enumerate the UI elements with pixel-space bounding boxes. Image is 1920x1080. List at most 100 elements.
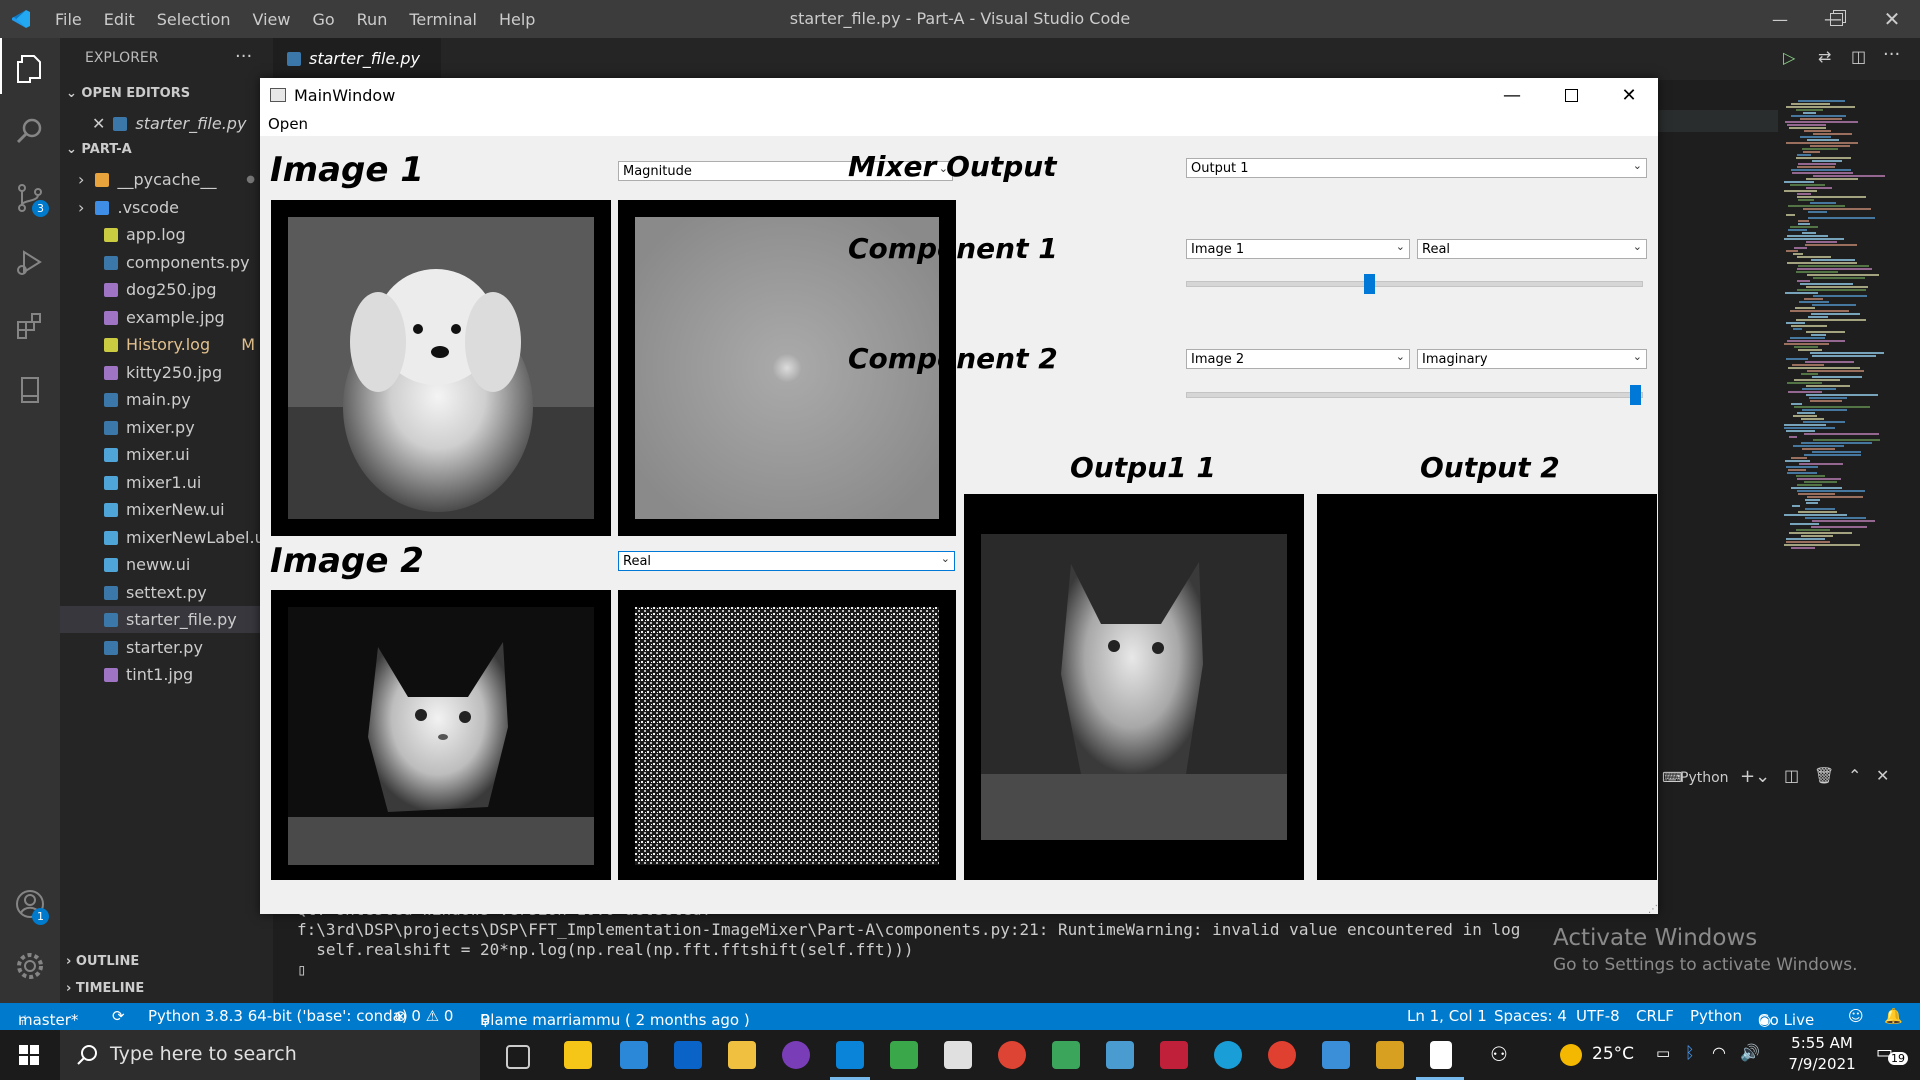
open-editor-item[interactable]: ✕ starter_file.py	[60, 110, 273, 137]
component1-slider-handle[interactable]	[1363, 274, 1375, 294]
file-tree-item[interactable]: History.log M	[60, 331, 273, 358]
phone-icon[interactable]	[620, 1041, 648, 1069]
mail-icon[interactable]	[674, 1041, 702, 1069]
file-tree-item[interactable]: starter_file.py	[60, 606, 273, 633]
file-tree-item[interactable]: › __pycache__ ●	[60, 166, 273, 193]
chat-app-icon[interactable]	[1052, 1041, 1080, 1069]
file-tree-item[interactable]: mixerNew.ui	[60, 496, 273, 523]
file-tree-item[interactable]: settext.py	[60, 579, 273, 606]
windows-start-icon[interactable]	[19, 1045, 39, 1065]
menu-run[interactable]: Run	[346, 10, 399, 29]
vscode-close-button[interactable]: ✕	[1864, 0, 1920, 38]
compare-icon[interactable]: ⇄	[1818, 47, 1831, 66]
close-icon[interactable]: ✕	[92, 114, 105, 133]
weather-icon[interactable]	[1560, 1044, 1582, 1066]
run-icon[interactable]: ▷	[1783, 48, 1795, 67]
component2-slider-handle[interactable]	[1630, 385, 1641, 405]
terminal-selector[interactable]: Python	[1680, 770, 1729, 786]
add-terminal-icon[interactable]: +⌄	[1740, 766, 1770, 787]
file-tree-item[interactable]: tint1.jpg	[60, 661, 273, 688]
file-tree-item[interactable]: mixer.ui	[60, 441, 273, 468]
vscode-restore-button[interactable]	[1808, 0, 1864, 38]
qt-close-button[interactable]: ✕	[1600, 78, 1658, 112]
vscode-taskbar-icon[interactable]	[836, 1041, 864, 1069]
language-status[interactable]: Python	[1690, 1007, 1742, 1025]
file-tree-item[interactable]: main.py	[60, 386, 273, 413]
cube-app-icon[interactable]	[890, 1041, 918, 1069]
run-debug-icon[interactable]	[12, 244, 48, 280]
file-tree-item[interactable]: starter.py	[60, 634, 273, 661]
tab-starter-file[interactable]: starter_file.py ✕	[273, 38, 441, 110]
gear-icon[interactable]	[12, 948, 48, 984]
more-actions-icon[interactable]: ···	[1883, 44, 1900, 65]
trash-icon[interactable]: 🗑	[1814, 766, 1834, 785]
indentation-status[interactable]: Spaces: 4	[1494, 1007, 1567, 1025]
timeline-section[interactable]: › TIMELINE	[66, 981, 144, 996]
remote-explorer-icon[interactable]	[12, 372, 48, 408]
volume-icon[interactable]: 🔊	[1740, 1043, 1760, 1062]
resize-grip-icon[interactable]: ⋰	[1648, 904, 1658, 915]
vscode-minimize-button[interactable]: —	[1752, 0, 1808, 38]
edge-icon[interactable]	[1214, 1041, 1242, 1069]
split-editor-icon[interactable]: ◫	[1851, 47, 1866, 66]
search-icon[interactable]	[12, 114, 48, 150]
menu-view[interactable]: View	[242, 10, 302, 29]
qt-minimize-button[interactable]: —	[1483, 78, 1541, 112]
cursor-position-status[interactable]: Ln 1, Col 1	[1407, 1007, 1487, 1025]
split-terminal-icon[interactable]: ◫	[1784, 766, 1799, 785]
git-kraken-icon[interactable]	[1376, 1041, 1404, 1069]
python-app-icon[interactable]	[1430, 1041, 1452, 1069]
notification-center-button[interactable]: ▭ 19	[1876, 1042, 1908, 1066]
menu-edit[interactable]: Edit	[93, 10, 146, 29]
python-interpreter-status[interactable]: Python 3.8.3 64-bit ('base': conda)	[148, 1007, 408, 1025]
component1-image-select[interactable]: Image 1 ⌄	[1186, 239, 1410, 259]
more-actions-icon[interactable]: ···	[235, 46, 252, 67]
stm-app-icon[interactable]	[1160, 1041, 1188, 1069]
task-view-icon[interactable]	[506, 1045, 530, 1069]
store-icon[interactable]	[944, 1041, 972, 1069]
bluetooth-icon[interactable]: ᛒ	[1685, 1043, 1695, 1062]
folder-section[interactable]: ⌄ PART-A	[66, 142, 132, 157]
qt-maximize-button[interactable]	[1542, 78, 1600, 112]
file-explorer-icon[interactable]	[728, 1041, 756, 1069]
file-tree-item[interactable]: components.py	[60, 249, 273, 276]
clock[interactable]: 5:55 AM 7/9/2021	[1782, 1034, 1862, 1073]
chrome-icon[interactable]	[998, 1041, 1026, 1069]
component1-slider-track[interactable]	[1186, 281, 1643, 287]
menu-help[interactable]: Help	[488, 10, 546, 29]
image2-component-select[interactable]: Real ⌄	[618, 551, 955, 571]
sticky-notes-icon[interactable]	[564, 1041, 592, 1069]
menu-go[interactable]: Go	[301, 10, 345, 29]
bell-icon[interactable]: 🔔	[1884, 1007, 1903, 1025]
feedback-icon[interactable]: ☺	[1848, 1007, 1864, 1025]
component2-slider-track[interactable]	[1186, 392, 1643, 398]
wifi-icon[interactable]: ◠	[1712, 1043, 1726, 1062]
file-tree-item[interactable]: kitty250.jpg	[60, 359, 273, 386]
encoding-status[interactable]: UTF-8	[1576, 1007, 1620, 1025]
taskbar-search-box[interactable]: Type here to search	[60, 1030, 480, 1080]
file-tree-item[interactable]: example.jpg	[60, 304, 273, 331]
people-icon[interactable]: ⚇	[1490, 1042, 1508, 1066]
menu-selection[interactable]: Selection	[146, 10, 242, 29]
component1-type-select[interactable]: Real ⌄	[1417, 239, 1647, 259]
close-panel-icon[interactable]: ✕	[1876, 766, 1889, 785]
photos-icon[interactable]	[1322, 1041, 1350, 1069]
menu-terminal[interactable]: Terminal	[398, 10, 488, 29]
file-tree-item[interactable]: mixerNewLabel.ui	[60, 524, 273, 551]
file-tree-item[interactable]: app.log	[60, 221, 273, 248]
satellite-app-icon[interactable]	[1106, 1041, 1134, 1069]
file-tree-item[interactable]: › .vscode	[60, 194, 273, 221]
file-tree-item[interactable]: mixer1.ui	[60, 469, 273, 496]
battery-icon[interactable]: ▭	[1656, 1044, 1670, 1062]
chevron-up-icon[interactable]: ⌃	[1848, 766, 1861, 785]
open-editors-section[interactable]: ⌄ OPEN EDITORS	[66, 86, 190, 101]
menu-file[interactable]: File	[44, 10, 93, 29]
component2-type-select[interactable]: Imaginary ⌄	[1417, 349, 1647, 369]
file-tree-item[interactable]: neww.ui	[60, 551, 273, 578]
sync-icon[interactable]: ⟳	[112, 1007, 125, 1025]
mixer-output-select[interactable]: Output 1 ⌄	[1186, 158, 1647, 178]
eol-status[interactable]: CRLF	[1636, 1007, 1674, 1025]
file-tree-item[interactable]: dog250.jpg	[60, 276, 273, 303]
explorer-icon[interactable]	[12, 50, 48, 86]
extensions-icon[interactable]	[12, 308, 48, 344]
